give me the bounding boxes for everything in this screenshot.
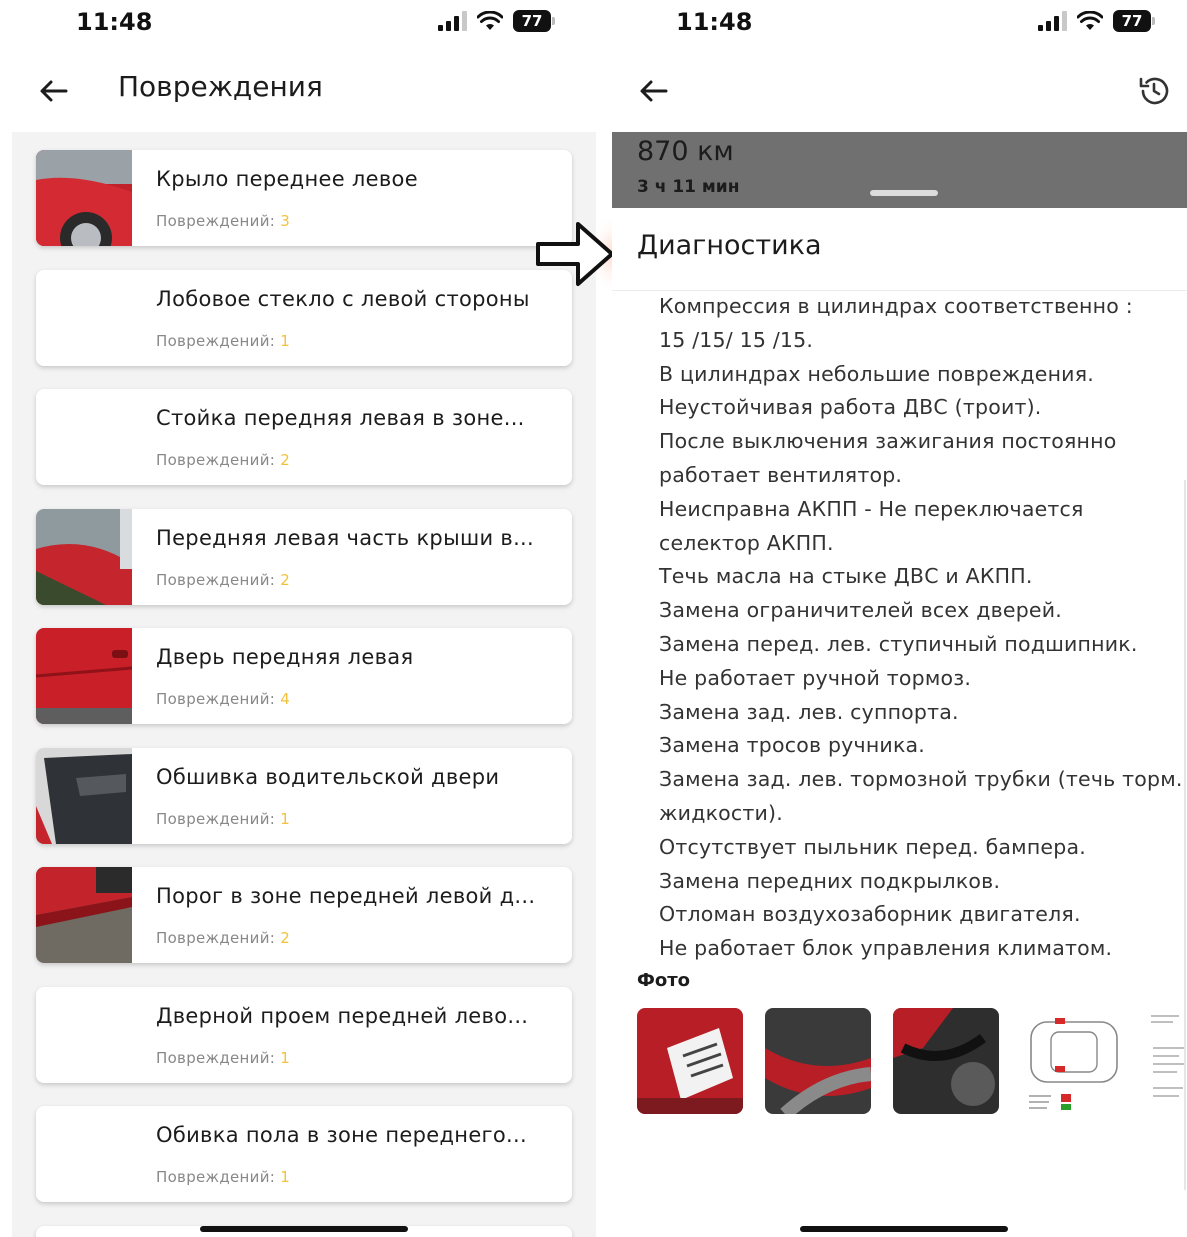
card-title: Крыло переднее левое bbox=[156, 167, 418, 191]
diagnostics-line: После выключения зажигания постоянно bbox=[659, 429, 1117, 454]
damage-count-label: Повреждений: 1 bbox=[156, 810, 291, 828]
card-title: Передняя левая часть крыши в... bbox=[156, 526, 534, 550]
damage-count: 3 bbox=[280, 212, 291, 230]
battery-icon: 77 bbox=[513, 10, 555, 32]
card-title: Стойка передняя левая в зоне... bbox=[156, 406, 525, 430]
history-icon[interactable] bbox=[1137, 74, 1171, 108]
photo-thumbnail[interactable] bbox=[637, 1008, 743, 1114]
diagnostics-text: Компрессия в цилиндрах соответственно : … bbox=[659, 290, 1184, 966]
route-duration: 3 ч 11 мин bbox=[637, 177, 740, 197]
damage-count-label: Повреждений: 2 bbox=[156, 929, 291, 947]
damage-count: 4 bbox=[280, 690, 291, 708]
damage-count: 1 bbox=[280, 1168, 291, 1186]
damage-card[interactable]: Дверь передняя левая Повреждений: 4 bbox=[36, 628, 572, 724]
screenshot-root: 11:48 77 Повреждения Крыло переднее лево… bbox=[0, 0, 1187, 1237]
damage-card[interactable]: Обивка пола в зоне переднего... Поврежде… bbox=[36, 1106, 572, 1202]
diagnostics-line: Замена ограничителей всех дверей. bbox=[659, 598, 1062, 623]
card-title: Лобовое стекло с левой стороны bbox=[156, 287, 530, 311]
damage-card[interactable]: Дверной проем передней лево... Поврежден… bbox=[36, 987, 572, 1083]
damage-card[interactable]: Передняя левая часть крыши в... Поврежде… bbox=[36, 509, 572, 605]
damage-photo-thumbnail bbox=[36, 867, 132, 963]
diagnostics-line: селектор АКПП. bbox=[659, 530, 834, 555]
damage-photo-thumbnail bbox=[36, 150, 132, 246]
card-title: Дверь передняя левая bbox=[156, 645, 414, 669]
back-arrow-icon[interactable] bbox=[636, 73, 672, 109]
diagnostics-line: Замена зад. лев. тормозной трубки (течь … bbox=[659, 767, 1183, 792]
route-distance: 870 км bbox=[637, 136, 734, 167]
wifi-icon bbox=[1077, 11, 1103, 30]
wifi-icon bbox=[477, 11, 503, 30]
damage-count-label: Повреждений: 2 bbox=[156, 451, 291, 469]
damage-count-label: Повреждений: 1 bbox=[156, 332, 291, 350]
damage-count-label: Повреждений: 3 bbox=[156, 212, 291, 230]
sheet-drag-handle[interactable] bbox=[870, 190, 938, 196]
diagnostics-line: работает вентилятор. bbox=[659, 462, 903, 487]
damage-photo-thumbnail bbox=[36, 628, 132, 724]
damage-photo-thumbnail bbox=[36, 509, 132, 605]
diagnostics-line: Не работает блок управления климатом. bbox=[659, 936, 1113, 961]
diagnostics-line: В цилиндрах небольшие повреждения. bbox=[659, 361, 1094, 386]
damage-count: 1 bbox=[280, 332, 291, 350]
photo-thumbnail[interactable] bbox=[893, 1008, 999, 1114]
photo-thumbnail-partial[interactable] bbox=[1149, 1008, 1187, 1114]
diagnostics-line: жидкости). bbox=[659, 800, 783, 825]
damage-photo-thumbnail bbox=[36, 748, 132, 844]
diagnostics-line: Отсутствует пыльник перед. бампера. bbox=[659, 834, 1086, 859]
photo-thumbnail[interactable] bbox=[1021, 1008, 1127, 1114]
signal-icon bbox=[438, 11, 467, 31]
home-indicator bbox=[800, 1226, 1008, 1232]
damage-count-label: Повреждений: 1 bbox=[156, 1049, 291, 1067]
photos-label: Фото bbox=[637, 970, 691, 991]
damage-card[interactable]: Порог в зоне передней левой д... Поврежд… bbox=[36, 867, 572, 963]
photo-thumbnail[interactable] bbox=[765, 1008, 871, 1114]
scrollbar[interactable] bbox=[1184, 480, 1186, 1190]
diagnostics-screen: 11:48 77 870 км 3 ч 11 мин Диагностика К… bbox=[612, 0, 1187, 1237]
status-time: 11:48 bbox=[76, 8, 153, 36]
damages-screen: 11:48 77 Повреждения Крыло переднее лево… bbox=[0, 0, 598, 1237]
diagnostics-line: Замена перед. лев. ступичный подшипник. bbox=[659, 631, 1138, 656]
battery-icon: 77 bbox=[1113, 10, 1155, 32]
diagnostics-line: Течь масла на стыке ДВС и АКПП. bbox=[659, 564, 1033, 589]
home-indicator bbox=[200, 1226, 408, 1232]
damage-count: 2 bbox=[280, 929, 291, 947]
arrow-right-icon bbox=[536, 214, 624, 294]
status-icons: 77 bbox=[438, 10, 555, 32]
damage-count: 2 bbox=[280, 571, 291, 589]
diagnostics-line: Отломан воздухозаборник двигателя. bbox=[659, 902, 1081, 927]
damage-count: 1 bbox=[280, 810, 291, 828]
card-title: Порог в зоне передней левой д... bbox=[156, 884, 536, 908]
damage-card[interactable]: Стойка передняя левая в зоне... Поврежде… bbox=[36, 389, 572, 485]
damage-count-label: Повреждений: 1 bbox=[156, 1168, 291, 1186]
diagnostics-line: Замена тросов ручника. bbox=[659, 733, 926, 758]
status-time: 11:48 bbox=[676, 8, 753, 36]
card-title: Обшивка водительской двери bbox=[156, 765, 500, 789]
diagnostics-line: Не работает ручной тормоз. bbox=[659, 665, 972, 690]
diagnostics-line: Компрессия в цилиндрах соответственно : bbox=[659, 294, 1133, 318]
page-title: Повреждения bbox=[118, 70, 323, 103]
status-icons: 77 bbox=[1038, 10, 1155, 32]
card-title: Дверной проем передней лево... bbox=[156, 1004, 529, 1028]
back-arrow-icon[interactable] bbox=[36, 73, 72, 109]
damage-count: 2 bbox=[280, 451, 291, 469]
signal-icon bbox=[1038, 11, 1067, 31]
sheet-title: Диагностика bbox=[637, 230, 822, 261]
damage-card[interactable]: Обшивка водительской двери Повреждений: … bbox=[36, 748, 572, 844]
diagnostics-line: Неустойчивая работа ДВС (троит). bbox=[659, 395, 1042, 420]
damage-count: 1 bbox=[280, 1049, 291, 1067]
diagnostics-line: 15 /15/ 15 /15. bbox=[659, 327, 814, 352]
diagnostics-line: Замена передних подкрылков. bbox=[659, 868, 1001, 893]
damage-card[interactable]: Крыло переднее левое Повреждений: 3 bbox=[36, 150, 572, 246]
damage-card[interactable]: Лобовое стекло с левой стороны Поврежден… bbox=[36, 270, 572, 366]
diagnostics-line: Неисправна АКПП - Не переключается bbox=[659, 496, 1084, 521]
diagnostics-line: Замена зад. лев. суппорта. bbox=[659, 699, 959, 724]
damage-count-label: Повреждений: 4 bbox=[156, 690, 291, 708]
damage-count-label: Повреждений: 2 bbox=[156, 571, 291, 589]
card-title: Обивка пола в зоне переднего... bbox=[156, 1123, 527, 1147]
